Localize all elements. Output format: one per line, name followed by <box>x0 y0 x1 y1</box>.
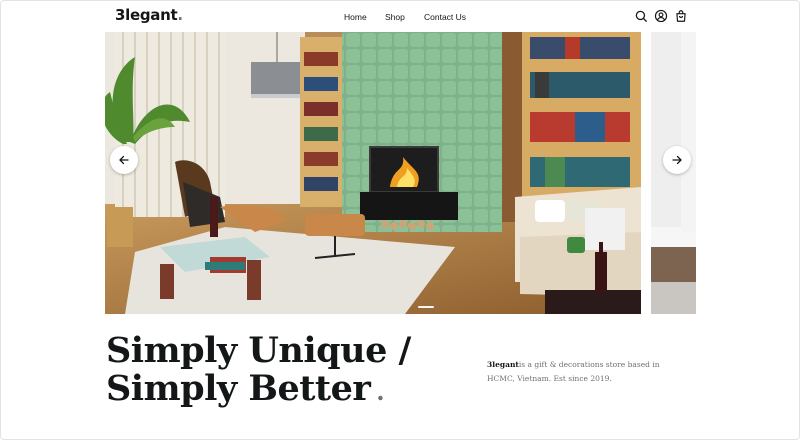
hero-headline: Simply Unique / Simply Better. <box>106 332 411 411</box>
brand-logo[interactable]: 3legant. <box>115 6 183 24</box>
arrow-left-icon <box>119 155 129 165</box>
arrow-right-icon <box>672 155 682 165</box>
logo-dot: . <box>177 6 183 24</box>
search-icon[interactable] <box>634 9 648 23</box>
slider-prev-button[interactable] <box>110 146 138 174</box>
shopping-bag-icon[interactable] <box>674 9 688 23</box>
headline-line-1: Simply Unique / <box>106 330 411 371</box>
header-icons <box>634 9 688 23</box>
tagline-brand: 3legant <box>487 360 519 369</box>
hero-slider-image[interactable] <box>105 32 641 314</box>
headline-line-2-text: Simply Better <box>106 368 371 409</box>
headline-line-2: Simply Better. <box>106 370 411 411</box>
headline-period: . <box>376 377 385 406</box>
nav-home-link[interactable]: Home <box>344 12 367 22</box>
hero-tagline: 3legantis a gift & decorations store bas… <box>487 358 687 386</box>
slider-dot-active[interactable] <box>418 306 434 308</box>
user-icon[interactable] <box>654 9 668 23</box>
nav-contact-link[interactable]: Contact Us <box>424 12 466 22</box>
slider-next-button[interactable] <box>663 146 691 174</box>
nav-shop-link[interactable]: Shop <box>385 12 405 22</box>
logo-text: 3legant <box>115 6 178 24</box>
living-room-photo <box>105 32 641 314</box>
slider-pagination <box>418 306 434 308</box>
